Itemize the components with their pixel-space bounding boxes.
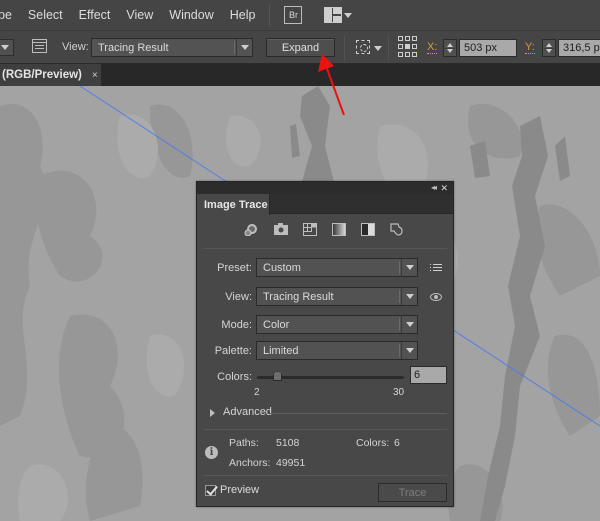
auto-color-icon[interactable] [244, 223, 258, 236]
advanced-divider [269, 413, 447, 414]
view-select-value: Tracing Result [98, 41, 169, 54]
colors-max-label: 30 [393, 387, 405, 398]
preset-select-value: Custom [263, 261, 301, 274]
view-label: View: [62, 41, 89, 53]
view-select-value: Tracing Result [263, 290, 334, 303]
high-color-icon[interactable] [274, 223, 288, 236]
y-label[interactable]: Y: [525, 42, 535, 54]
toolbar-separator [388, 35, 389, 61]
grayscale-icon[interactable] [332, 223, 346, 236]
collapse-panel-icon[interactable]: ◂◂ [431, 182, 437, 194]
chevron-down-icon [405, 322, 414, 327]
colors-stat-label: Colors: [356, 437, 390, 449]
panel-divider [203, 429, 447, 430]
low-color-icon[interactable] [303, 223, 317, 236]
menu-effect[interactable]: Effect [71, 8, 119, 22]
preset-select[interactable]: Custom [256, 258, 418, 277]
preset-dropdown-stub[interactable] [0, 39, 14, 56]
colors-label: Colors: [217, 371, 252, 383]
manage-presets-icon[interactable] [430, 263, 442, 273]
palette-label: Palette: [214, 345, 252, 357]
panel-tab-row: Image Trace [197, 194, 453, 215]
x-input[interactable]: 503 px [459, 39, 517, 57]
x-stepper[interactable] [443, 39, 457, 57]
panel-divider [203, 248, 447, 249]
workspace-layout-icon [324, 7, 343, 23]
palette-select[interactable]: Limited [256, 341, 418, 360]
menu-help[interactable]: Help [222, 8, 264, 22]
expand-advanced-icon[interactable] [210, 409, 215, 417]
x-label[interactable]: X: [427, 42, 438, 54]
image-trace-panel: ◂◂ ✕ Image Trace Preset: Custom View: Tr… [196, 181, 454, 507]
expand-button[interactable]: Expand [266, 38, 335, 57]
preview-label[interactable]: Preview [220, 484, 259, 496]
tab-image-trace[interactable]: Image Trace [197, 194, 270, 215]
mode-label: Mode: [221, 319, 252, 331]
workspace-switcher-button[interactable] [324, 7, 353, 23]
close-icon[interactable]: ✕ [440, 182, 448, 194]
view-select[interactable]: Tracing Result [256, 287, 418, 306]
mode-select[interactable]: Color [256, 315, 418, 334]
colors-input[interactable]: 6 [410, 366, 447, 384]
chevron-down-icon [1, 45, 9, 50]
image-trace-panel-icon[interactable] [32, 39, 47, 53]
colors-slider-thumb[interactable] [273, 371, 283, 381]
view-select[interactable]: Tracing Result [91, 38, 253, 57]
document-tab-bar: (RGB/Preview) × [0, 64, 600, 86]
anchors-label: Anchors: [229, 457, 271, 469]
menu-separator [269, 4, 271, 26]
mode-select-value: Color [263, 318, 290, 331]
black-and-white-icon[interactable] [361, 223, 375, 236]
reference-point-icon[interactable] [398, 36, 418, 58]
outline-icon[interactable] [390, 223, 404, 236]
view-label: View: [225, 291, 252, 303]
info-icon: i [205, 446, 218, 459]
paths-value: 5108 [276, 437, 300, 449]
panel-titlebar[interactable]: ◂◂ ✕ [197, 182, 453, 194]
chevron-down-icon [240, 45, 249, 50]
trace-button[interactable]: Trace [378, 483, 447, 502]
chevron-down-icon [405, 348, 414, 353]
control-bar: View: Tracing Result Expand X: 503 px Y:… [0, 30, 600, 64]
y-stepper[interactable] [542, 39, 556, 57]
chevron-down-icon [405, 294, 414, 299]
advanced-toggle[interactable]: Advanced [223, 406, 272, 418]
preview-checkbox[interactable] [205, 485, 216, 496]
eye-icon[interactable] [430, 293, 442, 301]
menu-bar: pe Select Effect View Window Help Br [0, 0, 600, 30]
chevron-down-icon[interactable] [374, 46, 382, 51]
menu-select[interactable]: Select [20, 8, 71, 22]
close-icon[interactable]: × [92, 70, 98, 81]
menu-view[interactable]: View [118, 8, 161, 22]
anchors-value: 49951 [276, 457, 306, 469]
transform-icon[interactable] [356, 40, 370, 54]
menu-type[interactable]: pe [0, 8, 20, 22]
colors-stat-value: 6 [394, 437, 400, 449]
y-input[interactable]: 316,5 px [558, 39, 600, 57]
chevron-down-icon [344, 12, 353, 18]
panel-divider [203, 475, 447, 476]
document-tab[interactable]: (RGB/Preview) × [0, 64, 101, 86]
chevron-down-icon [405, 265, 414, 270]
bridge-icon[interactable]: Br [284, 6, 303, 24]
preset-icon-row [197, 217, 453, 241]
toolbar-separator [344, 35, 345, 61]
preset-label: Preset: [217, 262, 252, 274]
colors-min-label: 2 [254, 387, 260, 398]
paths-label: Paths: [229, 437, 259, 449]
document-tab-title: (RGB/Preview) [2, 69, 82, 81]
menu-window[interactable]: Window [161, 8, 221, 22]
palette-select-value: Limited [263, 344, 299, 357]
